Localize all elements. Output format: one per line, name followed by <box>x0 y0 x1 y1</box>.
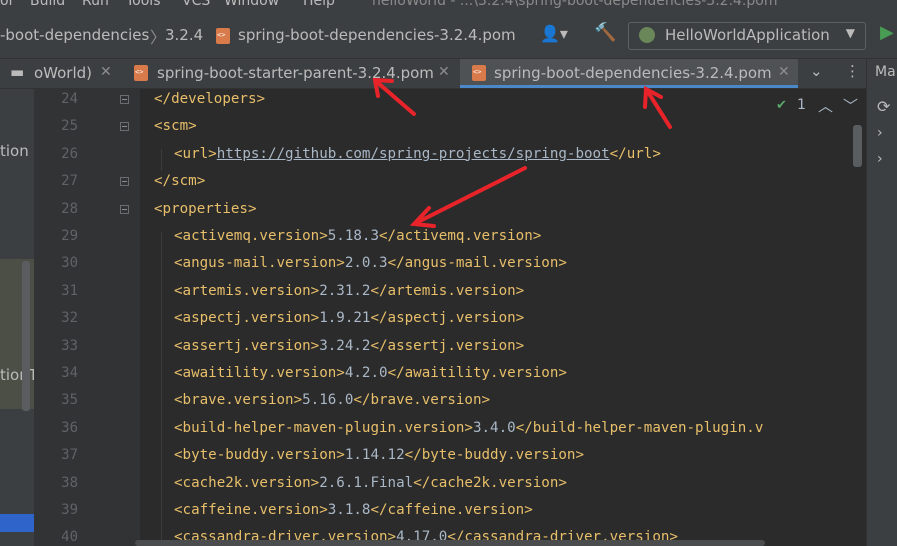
annotation-arrow <box>416 166 527 224</box>
annotation-layer <box>372 77 672 228</box>
annotation-arrow <box>375 80 416 116</box>
